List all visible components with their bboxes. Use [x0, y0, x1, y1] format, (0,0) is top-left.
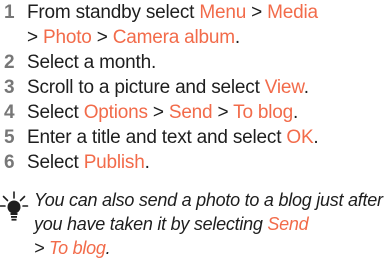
text-run: > — [91, 27, 113, 48]
text-run: . — [234, 27, 241, 48]
text-run: > — [212, 102, 234, 123]
menu-term: Camera album — [112, 27, 235, 48]
menu-term: View — [264, 77, 304, 98]
menu-term: Photo — [42, 27, 92, 48]
text-run: > — [147, 102, 169, 123]
step-number: 1 — [4, 2, 15, 23]
menu-term: To blog — [49, 238, 106, 258]
step-5: 5 Enter a title and text and select OK. — [4, 125, 390, 150]
lightbulb-icon — [0, 191, 30, 223]
menu-term: Send — [168, 102, 213, 123]
text-run: From standby select — [27, 2, 200, 23]
text-run: . — [293, 102, 299, 123]
text-run: . — [303, 77, 309, 98]
text-run: . — [313, 127, 319, 148]
step-6: 6 Select Publish. — [4, 150, 390, 175]
text-run: Select a month. — [27, 52, 157, 73]
step-number: 2 — [4, 52, 15, 73]
instruction-steps: 1 From standby select Menu > Media > Pho… — [4, 0, 390, 175]
step-number: 5 — [4, 127, 15, 148]
step-text: Scroll to a picture and select View. — [27, 77, 309, 98]
text-run: You can also send a photo to a blog just… — [34, 190, 383, 234]
menu-term: Menu — [199, 2, 247, 23]
step-text: Enter a title and text and select OK. — [27, 127, 319, 148]
text-run: . — [105, 238, 111, 258]
step-2: 2 Select a month. — [4, 50, 390, 75]
step-text: Select a month. — [27, 52, 156, 73]
step-1: 1 From standby select Menu > Media > Pho… — [4, 0, 390, 50]
tip-text: You can also send a photo to a blog just… — [34, 188, 391, 260]
step-text: Select Options > Send > To blog. — [27, 102, 298, 123]
text-run: Enter a title and text and select — [27, 127, 287, 148]
menu-term: Send — [267, 214, 309, 234]
step-number: 3 — [4, 77, 15, 98]
menu-term: Publish — [83, 152, 145, 173]
text-run: Select — [27, 152, 84, 173]
text-run: . — [144, 152, 150, 173]
text-run: Scroll to a picture and select — [27, 77, 265, 98]
text-run: Select — [27, 102, 84, 123]
menu-term: Options — [83, 102, 148, 123]
text-run: > — [246, 2, 268, 23]
step-3: 3 Scroll to a picture and select View. — [4, 75, 390, 100]
step-4: 4 Select Options > Send > To blog. — [4, 100, 390, 125]
menu-term: Media — [267, 2, 318, 23]
step-text: From standby select Menu > Media > Photo… — [27, 2, 318, 48]
menu-term: OK — [286, 127, 314, 148]
text-run: > — [27, 27, 43, 48]
step-number: 6 — [4, 152, 15, 173]
menu-term: To blog — [233, 102, 294, 123]
step-number: 4 — [4, 102, 15, 123]
step-text: Select Publish. — [27, 152, 150, 173]
text-run: > — [34, 238, 50, 258]
